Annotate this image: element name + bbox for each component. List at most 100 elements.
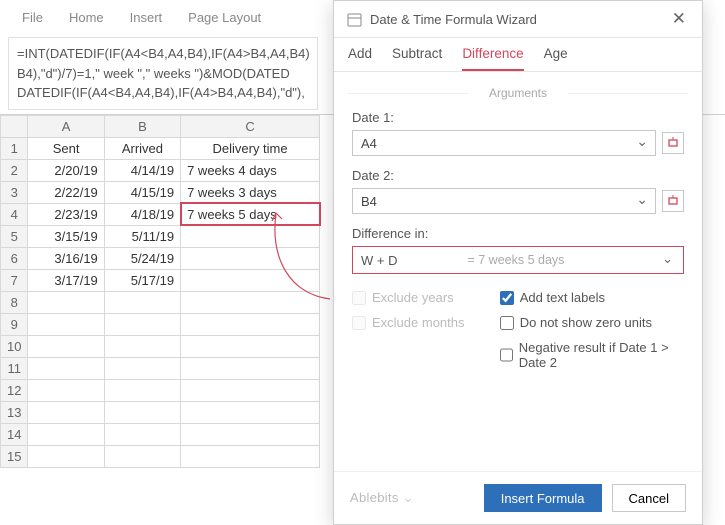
- cell[interactable]: [181, 357, 320, 379]
- row-header[interactable]: 10: [1, 335, 28, 357]
- range-picker-button[interactable]: [662, 190, 684, 212]
- cell[interactable]: [181, 313, 320, 335]
- cell[interactable]: 5/17/19: [104, 269, 180, 291]
- cell[interactable]: [28, 357, 104, 379]
- cell[interactable]: [104, 357, 180, 379]
- exclude-months-checkbox[interactable]: Exclude months: [352, 315, 494, 330]
- range-picker-button[interactable]: [662, 132, 684, 154]
- row-header[interactable]: 14: [1, 423, 28, 445]
- cell[interactable]: [28, 401, 104, 423]
- cell[interactable]: 4/14/19: [104, 159, 180, 181]
- cell[interactable]: [104, 445, 180, 467]
- cell[interactable]: [104, 291, 180, 313]
- negative-result-checkbox[interactable]: Negative result if Date 1 > Date 2: [500, 340, 684, 370]
- arguments-heading: Arguments: [334, 86, 702, 100]
- cell[interactable]: 2/23/19: [28, 203, 104, 225]
- date2-input[interactable]: [352, 188, 656, 214]
- selected-cell[interactable]: 7 weeks 5 days: [181, 203, 320, 225]
- tab-add[interactable]: Add: [348, 46, 372, 71]
- ribbon-tab-file[interactable]: File: [22, 10, 43, 25]
- cell[interactable]: [181, 335, 320, 357]
- row-header[interactable]: 8: [1, 291, 28, 313]
- cell[interactable]: [181, 401, 320, 423]
- cell[interactable]: [28, 379, 104, 401]
- insert-formula-button[interactable]: Insert Formula: [484, 484, 602, 512]
- ribbon-tab-insert[interactable]: Insert: [130, 10, 163, 25]
- cell[interactable]: Sent: [28, 137, 104, 159]
- wizard-footer: Ablebits Insert Formula Cancel: [334, 471, 702, 524]
- cell[interactable]: 4/18/19: [104, 203, 180, 225]
- row-header[interactable]: 1: [1, 137, 28, 159]
- col-header-b[interactable]: B: [104, 115, 180, 137]
- difference-in-preview: = 7 weeks 5 days: [467, 253, 564, 267]
- row-header[interactable]: 12: [1, 379, 28, 401]
- cell[interactable]: [181, 291, 320, 313]
- close-button[interactable]: ✕: [668, 9, 690, 29]
- cell[interactable]: 3/15/19: [28, 225, 104, 247]
- row-header[interactable]: 4: [1, 203, 28, 225]
- add-text-labels-label: Add text labels: [520, 290, 605, 305]
- date1-input[interactable]: [352, 130, 656, 156]
- cell[interactable]: 7 weeks 4 days: [181, 159, 320, 181]
- cell[interactable]: 2/20/19: [28, 159, 104, 181]
- col-header-a[interactable]: A: [28, 115, 104, 137]
- exclude-years-checkbox[interactable]: Exclude years: [352, 290, 494, 305]
- cell[interactable]: [104, 335, 180, 357]
- brand-menu[interactable]: Ablebits: [350, 490, 414, 506]
- exclude-years-label: Exclude years: [372, 290, 454, 305]
- row-header[interactable]: 9: [1, 313, 28, 335]
- cell[interactable]: [28, 423, 104, 445]
- formula-bar[interactable]: =INT(DATEDIF(IF(A4<B4,A4,B4),IF(A4>B4,A4…: [8, 37, 318, 110]
- tab-difference[interactable]: Difference: [462, 46, 523, 71]
- cell[interactable]: Delivery time: [181, 137, 320, 159]
- cell[interactable]: 3/16/19: [28, 247, 104, 269]
- calendar-icon: [346, 11, 362, 27]
- difference-in-value: W + D: [361, 253, 397, 268]
- row-header[interactable]: 6: [1, 247, 28, 269]
- wizard-title: Date & Time Formula Wizard: [370, 12, 537, 27]
- row-header[interactable]: 15: [1, 445, 28, 467]
- row-header[interactable]: 3: [1, 181, 28, 203]
- wizard-panel: Date & Time Formula Wizard ✕ Add Subtrac…: [333, 0, 703, 525]
- cancel-button[interactable]: Cancel: [612, 484, 686, 512]
- cell[interactable]: [181, 269, 320, 291]
- cell[interactable]: [28, 335, 104, 357]
- select-all-corner[interactable]: [1, 115, 28, 137]
- tab-age[interactable]: Age: [544, 46, 568, 71]
- cell[interactable]: [28, 291, 104, 313]
- wizard-tabs: Add Subtract Difference Age: [334, 38, 702, 72]
- cell[interactable]: Arrived: [104, 137, 180, 159]
- difference-in-label: Difference in:: [352, 226, 684, 241]
- cell[interactable]: 4/15/19: [104, 181, 180, 203]
- cell[interactable]: [181, 247, 320, 269]
- cell[interactable]: 5/11/19: [104, 225, 180, 247]
- no-zero-units-checkbox[interactable]: Do not show zero units: [500, 315, 684, 330]
- row-header[interactable]: 2: [1, 159, 28, 181]
- cell[interactable]: [181, 445, 320, 467]
- cell[interactable]: [28, 445, 104, 467]
- difference-in-select[interactable]: W + D = 7 weeks 5 days: [352, 246, 684, 274]
- cell[interactable]: [104, 313, 180, 335]
- date1-label: Date 1:: [352, 110, 684, 125]
- row-header[interactable]: 11: [1, 357, 28, 379]
- cell[interactable]: [181, 379, 320, 401]
- cell[interactable]: 7 weeks 3 days: [181, 181, 320, 203]
- cell[interactable]: [104, 379, 180, 401]
- grid-table: A B C 1 Sent Arrived Delivery time 2 2/2…: [0, 115, 320, 468]
- cell[interactable]: 3/17/19: [28, 269, 104, 291]
- ribbon-tab-pagelayout[interactable]: Page Layout: [188, 10, 261, 25]
- ribbon-tab-home[interactable]: Home: [69, 10, 104, 25]
- cell[interactable]: 5/24/19: [104, 247, 180, 269]
- row-header[interactable]: 5: [1, 225, 28, 247]
- cell[interactable]: [181, 423, 320, 445]
- cell[interactable]: [104, 401, 180, 423]
- row-header[interactable]: 7: [1, 269, 28, 291]
- row-header[interactable]: 13: [1, 401, 28, 423]
- cell[interactable]: [104, 423, 180, 445]
- cell[interactable]: [28, 313, 104, 335]
- add-text-labels-checkbox[interactable]: Add text labels: [500, 290, 684, 305]
- col-header-c[interactable]: C: [181, 115, 320, 137]
- cell[interactable]: 2/22/19: [28, 181, 104, 203]
- cell[interactable]: [181, 225, 320, 247]
- tab-subtract[interactable]: Subtract: [392, 46, 442, 71]
